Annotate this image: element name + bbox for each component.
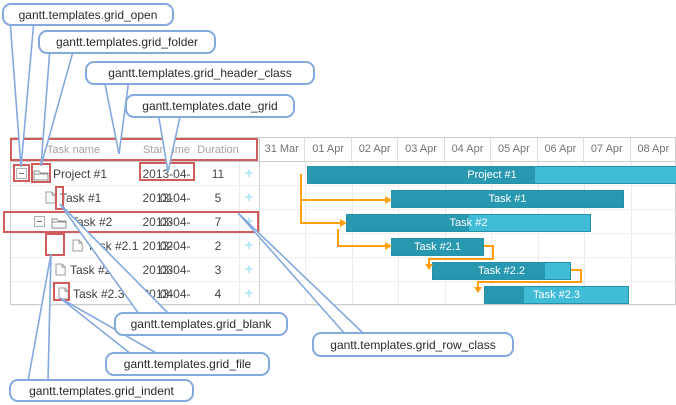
file-icon [72,239,83,257]
callout-label: gantt.templates.grid_indent [29,384,174,398]
task-row-4[interactable]: Task #2.12013-04-032+ [11,234,675,258]
scale-cell-05-apr: 05 Apr [491,138,537,161]
duration-cell: 4 [197,282,239,306]
task-bar-label: Task #2.3 [485,287,628,303]
task-name-cell: Task #2 [71,210,112,234]
column-header-start-time: Start time [136,138,197,162]
start-time-cell: 2013-04-10 [136,282,197,306]
duration-cell: 3 [197,258,239,282]
column-header-task-name: Task name [11,138,136,162]
task-name-cell: Project #1 [53,162,107,186]
duration-cell: 11 [197,162,239,186]
task-name-cell: Task #2.1 [87,234,138,258]
add-task-button[interactable]: + [239,234,259,258]
duration-cell: 7 [197,210,239,234]
callout-label: gantt.templates.grid_folder [56,35,198,49]
task-bar-label: Project #1 [308,167,676,183]
task-bar-4[interactable]: Task #2.1 [391,238,484,256]
add-task-button[interactable]: + [239,210,259,234]
task-bar-5[interactable]: Task #2.2 [432,262,571,280]
add-task-button[interactable]: + [239,162,259,186]
screenshot-stage: Task name Start time Duration 31 Mar01 A… [0,0,676,405]
task-name-cell: Task #2.3 [73,282,124,306]
column-header-duration: Duration [197,138,239,162]
callout-grid-folder: gantt.templates.grid_folder [38,30,216,54]
gantt-widget: Task name Start time Duration 31 Mar01 A… [10,137,676,305]
callout-label: gantt.templates.grid_header_class [108,66,291,80]
scale-cell-07-apr: 07 Apr [584,138,630,161]
task-bar-3[interactable]: Task #2 [346,214,591,232]
scale-cell-08-apr: 08 Apr [631,138,676,161]
start-time-cell: 2013-04-04 [136,258,197,282]
add-task-button[interactable]: + [239,186,259,210]
expand-toggle-icon[interactable] [34,216,45,227]
task-bar-label: Task #2.2 [433,263,570,279]
callout-label: gantt.templates.grid_file [124,357,251,371]
task-name-cell: Task #2.2 [70,258,121,282]
add-task-button[interactable]: + [239,282,259,306]
callout-grid-open: gantt.templates.grid_open [2,3,174,26]
expand-toggle-icon[interactable] [16,168,27,179]
task-name-cell: Task #1 [60,186,101,210]
task-bar-label: Task #2 [347,215,590,231]
task-bar-label: Task #1 [392,191,623,207]
duration-cell: 5 [197,186,239,210]
callout-grid-blank: gantt.templates.grid_blank [114,312,288,336]
start-time-cell: 2013-04-01 [136,162,197,186]
add-task-button[interactable]: + [239,258,259,282]
task-bar-label: Task #2.1 [392,239,483,255]
file-icon [58,287,69,305]
callout-label: gantt.templates.grid_row_class [330,338,495,352]
callout-grid-row-class: gantt.templates.grid_row_class [312,332,514,357]
start-time-cell: 2013-04-03 [136,186,197,210]
folder-icon [51,216,67,234]
callout-grid-indent: gantt.templates.grid_indent [9,379,194,402]
scale-cell-31-mar: 31 Mar [259,138,305,161]
start-time-cell: 2013-04-02 [136,210,197,234]
duration-cell: 2 [197,234,239,258]
timeline-scale-header: 31 Mar01 Apr02 Apr03 Apr04 Apr05 Apr06 A… [259,138,675,162]
scale-cell-04-apr: 04 Apr [445,138,491,161]
task-bar-1[interactable]: Project #1 [307,166,676,184]
callout-grid-header-class: gantt.templates.grid_header_class [85,61,315,85]
start-time-cell: 2013-04-03 [136,234,197,258]
task-bar-2[interactable]: Task #1 [391,190,624,208]
file-icon [45,191,56,209]
task-bar-6[interactable]: Task #2.3 [484,286,629,304]
scale-cell-02-apr: 02 Apr [352,138,398,161]
callout-label: gantt.templates.grid_open [19,8,158,22]
file-icon [55,263,66,281]
callout-date-grid: gantt.templates.date_grid [125,94,295,118]
grid-header: Task name Start time Duration [11,138,259,162]
task-row-5[interactable]: Task #2.2 2013-04-043+ [11,258,675,282]
callout-label: gantt.templates.grid_blank [131,317,272,331]
callout-label: gantt.templates.date_grid [142,99,277,113]
callout-grid-file: gantt.templates.grid_file [105,352,270,376]
folder-icon [33,168,49,186]
scale-cell-03-apr: 03 Apr [398,138,444,161]
scale-cell-06-apr: 06 Apr [538,138,584,161]
scale-cell-01-apr: 01 Apr [305,138,351,161]
